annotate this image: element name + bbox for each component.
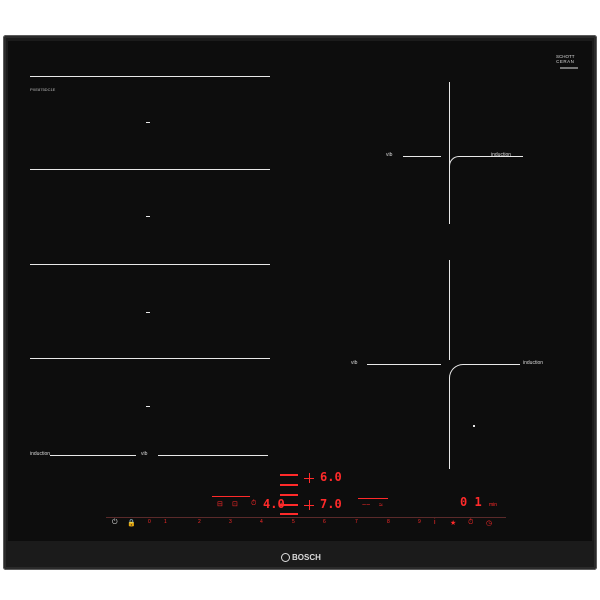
- induction-label-left: induction: [30, 451, 51, 457]
- right-zone-bottom-vertical: [449, 260, 450, 360]
- scale-mark-1[interactable]: 1: [164, 519, 167, 525]
- zone-divider-1: [30, 76, 270, 77]
- scale-mark-5[interactable]: 5: [292, 519, 295, 525]
- power-slider-track[interactable]: [106, 517, 506, 518]
- scale-mark-2[interactable]: 2: [198, 519, 201, 525]
- small-mark-right: [473, 425, 475, 427]
- zone-divider-2: [30, 169, 270, 170]
- logo-bottom-text: CERAN: [556, 59, 575, 64]
- scale-mark-6[interactable]: 6: [323, 519, 326, 525]
- scale-mark-8[interactable]: 8: [387, 519, 390, 525]
- info-button-icon[interactable]: i: [434, 519, 436, 526]
- zone-center-mark-3: [146, 312, 150, 313]
- zone-center-mark-2: [146, 216, 150, 217]
- scale-mark-0[interactable]: 0: [148, 519, 151, 525]
- zone-center-mark-1: [146, 122, 150, 123]
- timer-icon[interactable]: ⏱: [251, 500, 256, 508]
- power-display-2: 7.0: [320, 497, 342, 511]
- vib-icon: vib: [141, 451, 148, 457]
- right-zone-bottom-curve: [449, 364, 520, 469]
- pan-icon[interactable]: ⊡: [232, 500, 238, 508]
- right-zone-top-curve: [449, 156, 490, 175]
- right-zone-bottom-line-a: [367, 364, 441, 365]
- schott-ceran-logo: SCHOTT CERAN: [556, 54, 575, 64]
- zone-indicator-5[interactable]: [280, 513, 298, 515]
- scale-mark-4[interactable]: 4: [260, 519, 263, 525]
- right-zone-top-line-b: [489, 156, 523, 157]
- right-zone-top-vertical: [449, 82, 450, 224]
- zone-indicator-1[interactable]: [280, 474, 298, 476]
- bosch-logo-icon: [281, 553, 290, 563]
- vib-icon: vib: [386, 152, 393, 158]
- power-display-1: 6.0: [320, 470, 342, 484]
- power-button-icon[interactable]: ⏻: [112, 519, 118, 527]
- logo-code-mark: [560, 67, 578, 69]
- scale-mark-7[interactable]: 7: [355, 519, 358, 525]
- zone-indicator-3[interactable]: [280, 494, 298, 496]
- clock-display: 0 1: [460, 495, 482, 509]
- child-lock-button-icon[interactable]: 🔒: [127, 519, 136, 527]
- favourite-button-icon[interactable]: ★: [450, 519, 456, 527]
- vib-icon: vib: [351, 360, 358, 366]
- zone-divider-3: [30, 264, 270, 265]
- zone-divider-4: [30, 358, 270, 359]
- cookware-icon[interactable]: ⊟: [217, 500, 223, 508]
- scale-mark-3[interactable]: 3: [229, 519, 232, 525]
- clock-button-icon[interactable]: ◷: [486, 519, 492, 527]
- induction-line-left-a: [50, 455, 136, 456]
- sensor-icon[interactable]: ≈: [379, 502, 383, 509]
- induction-label-right-bottom: induction: [523, 360, 544, 366]
- boost-icon[interactable]: ~~: [362, 502, 370, 509]
- brand-logo: BOSCH: [281, 553, 321, 563]
- zone-center-mark-4: [146, 406, 150, 407]
- dash-line-right: [358, 498, 388, 499]
- induction-label-right-top: induction: [491, 152, 512, 158]
- plus-v2: [309, 500, 310, 510]
- right-zone-top-line-a: [403, 156, 441, 157]
- brand-name: BOSCH: [292, 553, 321, 562]
- scale-mark-9[interactable]: 9: [418, 519, 421, 525]
- timer-button-icon[interactable]: ⏱: [468, 519, 473, 527]
- power-slider-scale[interactable]: 0 1 2 3 4 5 6 7 8 9: [108, 519, 498, 527]
- timer-display: 4.0: [263, 497, 285, 511]
- induction-line-left-b: [158, 455, 268, 456]
- dash-line-left: [212, 496, 250, 497]
- clock-unit: min: [489, 502, 498, 508]
- plus-v1: [309, 473, 310, 483]
- model-number: PXE875DC1E: [30, 87, 56, 92]
- zone-indicator-2[interactable]: [280, 484, 298, 486]
